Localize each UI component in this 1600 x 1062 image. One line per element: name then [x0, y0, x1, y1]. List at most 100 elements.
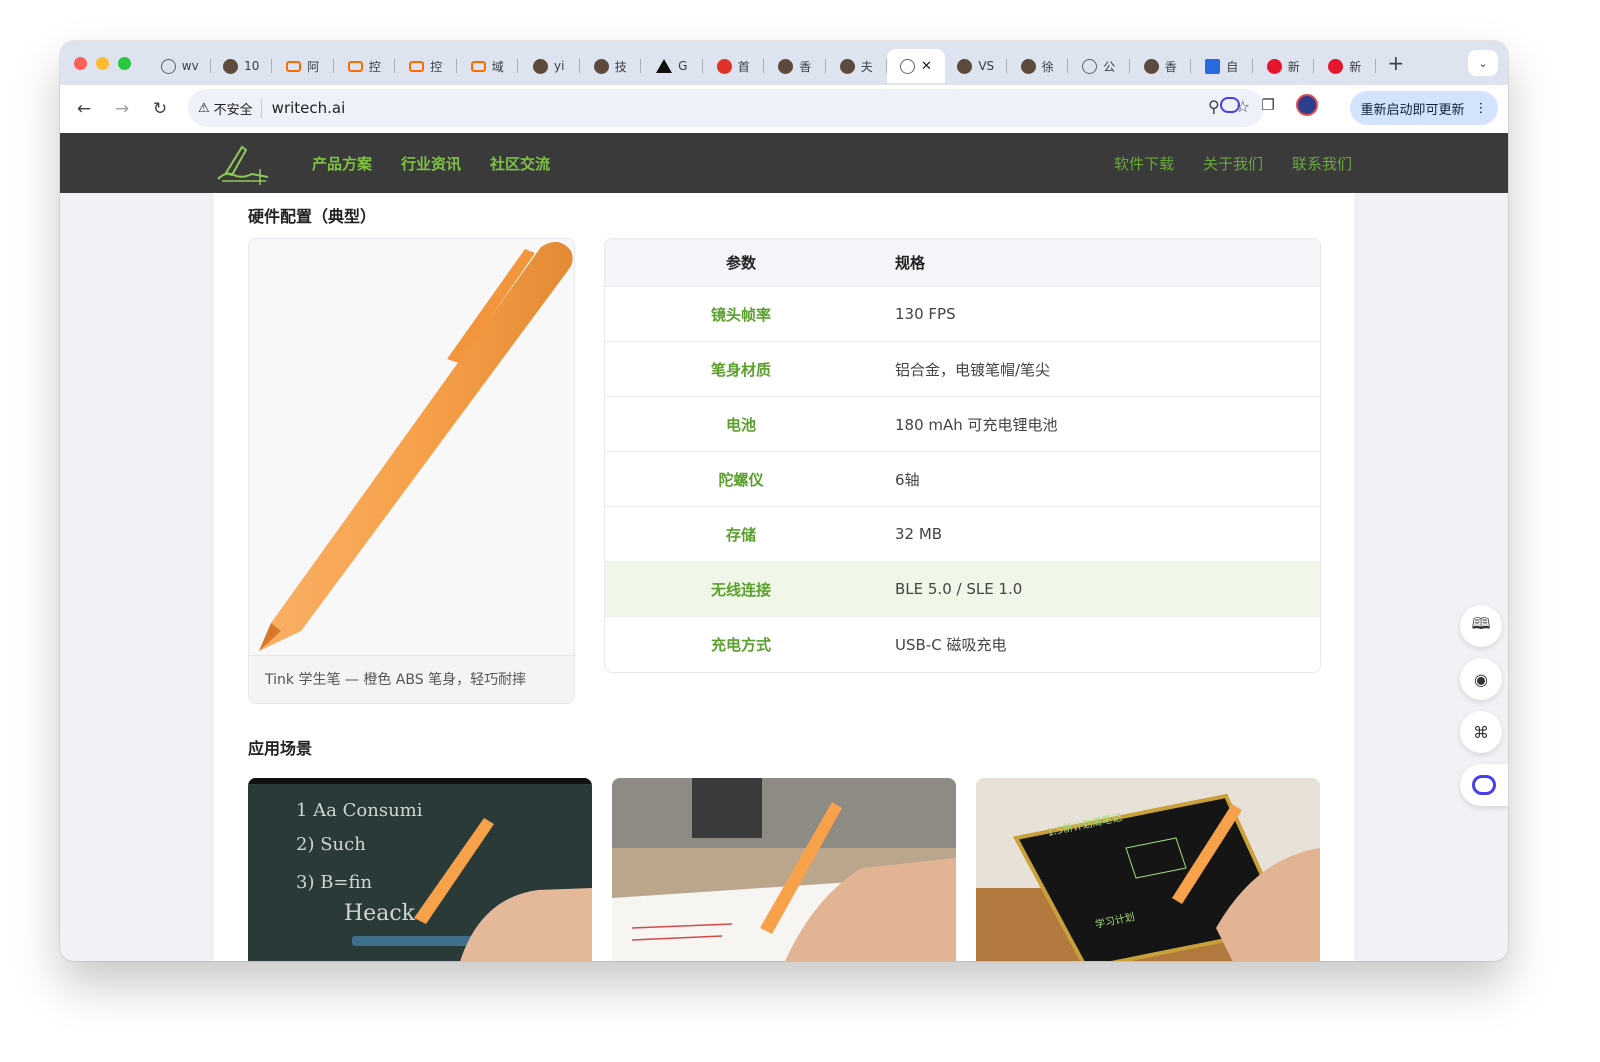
browser-tab[interactable]: VS: [945, 49, 1007, 83]
browser-tab[interactable]: 域: [457, 49, 519, 83]
board-text-4: Heack: [344, 901, 416, 926]
page-content: 硬件配置（典型） Tink 学生笔 — 橙色 ABS 笔身，轻巧耐摔 参数 规格…: [214, 193, 1354, 961]
browser-tab[interactable]: 徐: [1007, 49, 1069, 83]
avatar-icon: [1143, 58, 1159, 74]
browser-tab[interactable]: 香: [1130, 49, 1192, 83]
forward-button[interactable]: →: [108, 95, 136, 123]
blue-square-icon: [1205, 58, 1221, 74]
tab-search-button[interactable]: ⌄: [1468, 50, 1498, 76]
globe-icon: [1082, 58, 1098, 74]
relaunch-update-button[interactable]: 重新启动即可更新 ⋮: [1350, 91, 1498, 125]
spec-value: 铝合金，电镀笔帽/笔尖: [895, 360, 1051, 379]
book-icon[interactable]: 🕮: [1460, 605, 1502, 647]
window-controls: [74, 56, 131, 70]
nav-link[interactable]: 软件下载: [1114, 153, 1174, 174]
tab-list: wv 10 阿 控 控 域 yi 技 G 首 香 夫 ✕ VS 徐 公 香 自 新 新: [149, 41, 1376, 85]
tab-strip: wv 10 阿 控 控 域 yi 技 G 首 香 夫 ✕ VS 徐 公 香 自 新 新 + ⌄: [60, 41, 1508, 85]
browser-tab[interactable]: 控: [334, 49, 396, 83]
browser-toolbar: ← → ↻ ⚠ 不安全 writech.ai ⚲ ☆ ❐ 重新启动即可更新 ⋮: [60, 85, 1508, 133]
tab-title: 夫: [860, 59, 873, 74]
nav-link[interactable]: 行业资讯: [401, 153, 461, 174]
browser-tab[interactable]: 控: [395, 49, 457, 83]
profile-avatar[interactable]: [1296, 94, 1318, 116]
zoom-icon[interactable]: ⚲: [1208, 97, 1220, 116]
spec-table-body: 镜头帧率 130 FPS 笔身材质 铝合金，电镀笔帽/笔尖 电池 180 mAh 可充电锂…: [605, 287, 1320, 672]
column-header-spec: 规格: [895, 254, 926, 272]
maximize-window-button[interactable]: [118, 56, 131, 70]
tab-title: 技: [614, 59, 627, 74]
weibo-icon: [1328, 58, 1344, 74]
warning-icon: ⚠: [198, 100, 210, 116]
browser-tab[interactable]: 夫: [826, 49, 888, 83]
close-window-button[interactable]: [74, 56, 87, 70]
browser-tab[interactable]: 公: [1068, 49, 1130, 83]
spec-value: BLE 5.0 / SLE 1.0: [895, 580, 1023, 598]
address-bar[interactable]: ⚠ 不安全 writech.ai ⚲ ☆: [188, 89, 1264, 127]
bracket-icon: [409, 60, 425, 72]
table-row: 存储 32 MB: [605, 507, 1320, 562]
back-button[interactable]: ←: [70, 95, 98, 123]
browser-tab[interactable]: 香: [764, 49, 826, 83]
new-tab-button[interactable]: +: [1388, 51, 1405, 75]
tab-title: G: [678, 59, 688, 73]
triangle-icon: [656, 59, 673, 73]
spec-value: 130 FPS: [895, 305, 956, 323]
reload-button[interactable]: ↻: [146, 95, 174, 123]
assistant-extension-icon[interactable]: [1220, 97, 1240, 113]
weibo-icon: [1266, 58, 1282, 74]
globe-icon: [900, 58, 916, 74]
tab-title: 香: [799, 59, 812, 74]
spec-table-header: 参数 规格: [605, 239, 1320, 287]
browser-tab[interactable]: G: [641, 49, 703, 83]
minimize-window-button[interactable]: [96, 56, 109, 70]
browser-tab[interactable]: 10: [211, 49, 273, 83]
browser-tab[interactable]: 自: [1191, 49, 1253, 83]
nav-link[interactable]: 联系我们: [1292, 153, 1352, 174]
nav-link[interactable]: 关于我们: [1203, 153, 1263, 174]
spec-value: 6轴: [895, 470, 920, 489]
browser-tab[interactable]: 新: [1253, 49, 1315, 83]
broadcast-icon[interactable]: ◉: [1460, 658, 1502, 700]
table-row: 充电方式 USB-C 磁吸充电: [605, 617, 1320, 672]
table-row: 电池 180 mAh 可充电锂电池: [605, 397, 1320, 452]
nav-link[interactable]: 产品方案: [312, 153, 372, 174]
browser-tab[interactable]: yi: [518, 49, 580, 83]
spec-value: USB-C 磁吸充电: [895, 636, 1007, 654]
browser-tab[interactable]: wv: [149, 49, 211, 83]
security-label: 不安全: [213, 102, 253, 118]
tab-title: 阿: [307, 59, 320, 74]
pen-image-card: Tink 学生笔 — 橙色 ABS 笔身，轻巧耐摔: [248, 238, 575, 704]
spec-param: 陀螺仪: [718, 470, 764, 489]
browser-tab[interactable]: 首: [703, 49, 765, 83]
bot-icon[interactable]: [1460, 764, 1508, 806]
nav-link[interactable]: 社区交流: [490, 153, 550, 174]
tab-title: yi: [554, 59, 565, 73]
page-viewport: 产品方案 行业资讯 社区交流 软件下载 关于我们 联系我们 硬件配置（典型） T…: [60, 133, 1508, 961]
avatar-icon: [533, 58, 549, 74]
spec-param: 充电方式: [710, 636, 771, 654]
avatar-icon: [223, 58, 239, 74]
browser-tab[interactable]: 技: [580, 49, 642, 83]
bracket-icon: [470, 60, 486, 72]
scenes-section-title: 应用场景: [248, 739, 313, 758]
scene-classroom-image: 1 Aa Consumi 2) Such 3) B=fin Heack: [248, 778, 592, 961]
tab-title: 新: [1287, 59, 1300, 74]
grid-icon[interactable]: ⌘: [1460, 711, 1502, 753]
browser-tab[interactable]: ✕: [887, 49, 945, 83]
browser-tab[interactable]: 新: [1314, 49, 1376, 83]
url-text[interactable]: writech.ai: [272, 99, 346, 117]
arrow-left-icon: ←: [76, 99, 92, 119]
arrow-right-icon: →: [114, 99, 130, 119]
close-tab-icon[interactable]: ✕: [921, 59, 932, 74]
tab-title: wv: [181, 59, 199, 73]
puzzle-extensions-icon[interactable]: ❐: [1258, 95, 1278, 115]
site-navbar: 产品方案 行业资讯 社区交流 软件下载 关于我们 联系我们: [60, 133, 1508, 193]
security-indicator[interactable]: ⚠ 不安全: [198, 98, 262, 118]
primary-nav: 产品方案 行业资讯 社区交流: [312, 133, 550, 193]
tab-title: 控: [368, 59, 381, 74]
hardware-section-title: 硬件配置（典型）: [248, 207, 377, 226]
browser-tab[interactable]: 阿: [272, 49, 334, 83]
tab-title: 公: [1103, 59, 1116, 74]
site-logo[interactable]: [212, 141, 276, 187]
spec-param: 电池: [725, 415, 756, 434]
